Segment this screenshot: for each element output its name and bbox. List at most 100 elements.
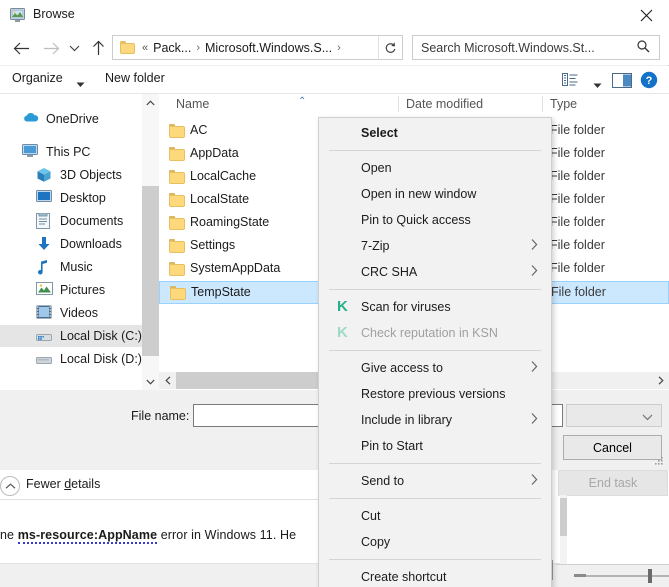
close-icon[interactable] — [623, 0, 669, 31]
menu-item-include-in-library[interactable]: Include in library — [319, 407, 551, 433]
resize-grip[interactable] — [654, 455, 664, 465]
menu-item-label: Cut — [361, 509, 381, 523]
zoom-slider[interactable] — [556, 568, 669, 583]
column-header-name[interactable]: Name — [176, 97, 209, 111]
menu-item-send-to[interactable]: Send to — [319, 468, 551, 494]
end-task-label: End task — [588, 476, 638, 490]
menu-item-give-access-to[interactable]: Give access to — [319, 355, 551, 381]
up-button[interactable] — [85, 35, 111, 61]
menu-item-pin-to-quick-access[interactable]: Pin to Quick access — [319, 207, 551, 233]
cancel-button[interactable]: Cancel — [563, 435, 662, 460]
search-input[interactable]: Search Microsoft.Windows.St... — [421, 41, 637, 55]
new-folder-button[interactable]: New folder — [105, 71, 165, 85]
breadcrumb-overflow[interactable]: « — [142, 42, 148, 54]
file-type: File folder — [550, 169, 605, 183]
sidebar-item-pictures[interactable]: Pictures — [0, 279, 142, 301]
menu-item-create-shortcut[interactable]: Create shortcut — [319, 564, 551, 587]
file-name-label: File name: — [131, 409, 190, 423]
menu-item-label: CRC SHA — [361, 265, 418, 279]
column-divider[interactable] — [398, 96, 399, 112]
scrollbar-thumb[interactable] — [560, 498, 567, 536]
sort-ascending-icon: ⌃ — [298, 96, 307, 107]
scroll-down-icon[interactable] — [142, 373, 159, 390]
end-task-button[interactable]: End task — [558, 470, 668, 496]
fewer-details-divider — [0, 499, 335, 500]
help-icon[interactable]: ? — [640, 71, 658, 89]
sidebar-item-documents[interactable]: Documents — [0, 210, 142, 232]
menu-item-check-reputation-in-ksn: K Check reputation in KSN — [319, 320, 551, 346]
menu-item-crc-sha[interactable]: CRC SHA — [319, 259, 551, 285]
menu-item-label: Check reputation in KSN — [361, 326, 498, 340]
breadcrumb-segment-1[interactable]: Pack... — [153, 41, 191, 55]
downloads-icon — [36, 236, 53, 252]
slider-minus-icon — [574, 574, 586, 577]
menu-separator — [329, 150, 541, 151]
menu-item-cut[interactable]: Cut — [319, 503, 551, 529]
menu-separator — [329, 559, 541, 560]
organize-chevron-down-icon[interactable] — [76, 77, 85, 91]
folder-icon — [169, 216, 185, 230]
new-folder-label: New folder — [105, 71, 165, 85]
sidebar-item-this-pc[interactable]: This PC — [0, 141, 142, 163]
fewer-details-toggle[interactable]: Fewer details — [26, 477, 100, 491]
file-type-dropdown[interactable] — [566, 404, 662, 427]
breadcrumb-separator-1[interactable]: › — [196, 42, 200, 54]
preview-pane-icon[interactable] — [612, 73, 632, 88]
menu-item-scan-for-viruses[interactable]: K Scan for viruses — [319, 294, 551, 320]
sidebar-item-3d-objects[interactable]: 3D Objects — [0, 164, 142, 186]
menu-item-copy[interactable]: Copy — [319, 529, 551, 555]
organize-button[interactable]: Organize — [12, 71, 63, 85]
column-divider[interactable] — [542, 96, 543, 112]
sidebar-item-videos[interactable]: Videos — [0, 302, 142, 324]
submenu-arrow-icon — [531, 361, 538, 376]
task-manager-scrollbar[interactable] — [560, 495, 567, 565]
music-icon — [36, 259, 53, 275]
sidebar-label: Pictures — [60, 283, 106, 297]
menu-item-select[interactable]: Select — [319, 120, 551, 146]
scroll-up-icon[interactable] — [142, 94, 159, 111]
folder-icon — [169, 124, 185, 138]
sidebar-item-local-disk-c[interactable]: Local Disk (C:) — [0, 325, 142, 347]
back-button[interactable] — [8, 35, 34, 61]
scrollbar-thumb[interactable] — [142, 186, 159, 356]
view-list-icon[interactable] — [562, 72, 582, 88]
scroll-left-icon[interactable] — [159, 372, 176, 389]
slider-knob[interactable] — [648, 569, 652, 583]
this-pc-icon — [22, 144, 39, 160]
pictures-icon — [36, 282, 53, 298]
file-name: LocalState — [190, 192, 250, 206]
sidebar-item-music[interactable]: Music — [0, 256, 142, 278]
sidebar-item-desktop[interactable]: Desktop — [0, 187, 142, 209]
menu-item-open[interactable]: Open — [319, 155, 551, 181]
breadcrumb-separator-2[interactable]: › — [337, 42, 341, 54]
sidebar-label: OneDrive — [46, 112, 99, 126]
file-type: File folder — [550, 146, 605, 160]
file-type: File folder — [550, 261, 605, 275]
column-header-type[interactable]: Type — [550, 97, 577, 111]
menu-item-7-zip[interactable]: 7-Zip — [319, 233, 551, 259]
window-title: Browse — [33, 7, 75, 21]
refresh-icon[interactable] — [378, 36, 402, 59]
address-bar[interactable]: « Pack... › Microsoft.Windows.S... › — [112, 35, 403, 60]
menu-item-restore-previous-versions[interactable]: Restore previous versions — [319, 381, 551, 407]
menu-item-label: Open in new window — [361, 187, 477, 201]
navigation-pane-scrollbar[interactable] — [142, 94, 159, 390]
chevron-up-circle-icon[interactable] — [0, 476, 20, 496]
sidebar-item-local-disk-d[interactable]: Local Disk (D:) — [0, 348, 142, 370]
sidebar-label: This PC — [46, 145, 91, 159]
menu-separator — [329, 289, 541, 290]
submenu-arrow-icon — [531, 474, 538, 489]
column-header-date-modified[interactable]: Date modified — [406, 97, 483, 111]
view-chevron-down-icon[interactable] — [593, 78, 602, 92]
search-box[interactable]: Search Microsoft.Windows.St... — [412, 35, 660, 60]
menu-item-pin-to-start[interactable]: Pin to Start — [319, 433, 551, 459]
file-type: File folder — [551, 285, 606, 299]
search-icon[interactable] — [637, 39, 650, 56]
scroll-right-icon[interactable] — [652, 372, 669, 389]
breadcrumb-segment-2[interactable]: Microsoft.Windows.S... — [205, 41, 332, 55]
recent-locations-button[interactable] — [63, 35, 85, 61]
sidebar-item-downloads[interactable]: Downloads — [0, 233, 142, 255]
file-name: TempState — [191, 285, 251, 299]
menu-item-open-in-new-window[interactable]: Open in new window — [319, 181, 551, 207]
sidebar-item-onedrive[interactable]: OneDrive — [0, 108, 142, 130]
